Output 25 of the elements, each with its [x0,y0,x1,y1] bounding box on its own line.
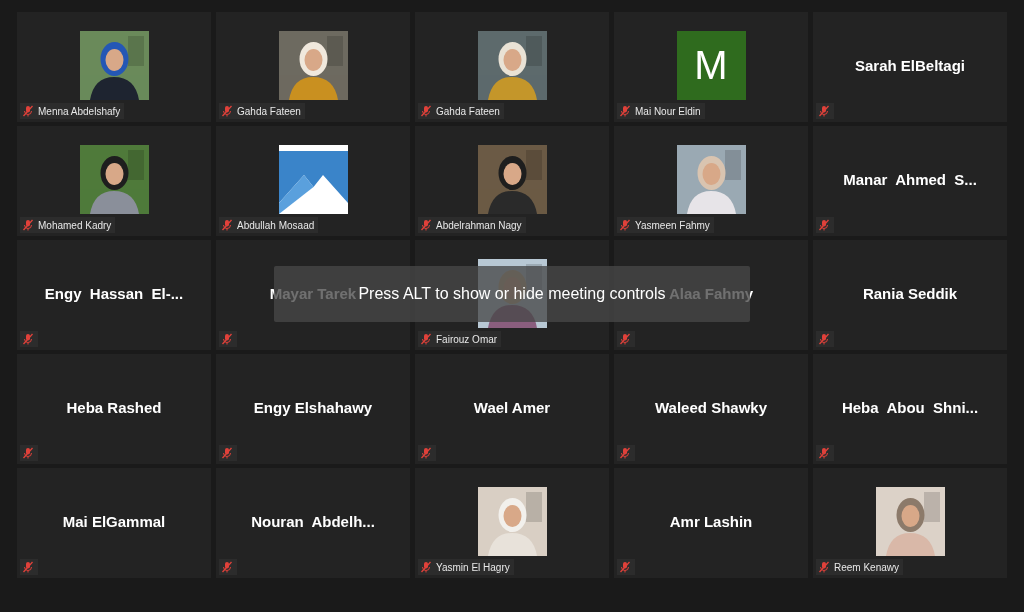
participant-name: Heba Rashed [66,399,162,416]
participant-name: Engy Hassan El-... [44,285,184,302]
participant-name: Mai ElGammal [62,513,166,530]
chevron-logo [278,145,348,214]
participant-name: Yasmeen Fahmy [635,219,710,231]
participant-name: Sarah ElBeltagi [854,57,965,74]
participant-name: Abdelrahman Nagy [436,219,522,231]
participant-name: Mai Nour Eldin [635,105,701,117]
participant-name: Engy Elshahawy [253,399,373,416]
participant-name: Amr Lashin [669,513,753,530]
participant-name: Heba Abou Shni... [841,399,979,416]
participant-name: Gahda Fateen [436,105,500,117]
participant-name: Waleed Shawky [655,399,767,416]
participant-name: Manar Ahmed S... [843,171,977,188]
participant-name: Fairouz Omar [436,333,498,345]
participant-name: Wael Amer [473,399,551,416]
participant-name: Nouran Abdelh... [251,513,375,530]
participant-name: Reem Kenawy [834,561,900,573]
participant-name: Abdullah Mosaad [237,219,315,231]
participant-name: Yasmin El Hagry [436,561,510,573]
participant-name: Mohamed Kadry [38,219,112,231]
participant-name: Rania Seddik [862,285,958,302]
participant-name: Menna Abdelshafy [38,105,121,117]
avatar-letter: M [676,31,746,100]
participant-name: Gahda Fateen [237,105,301,117]
